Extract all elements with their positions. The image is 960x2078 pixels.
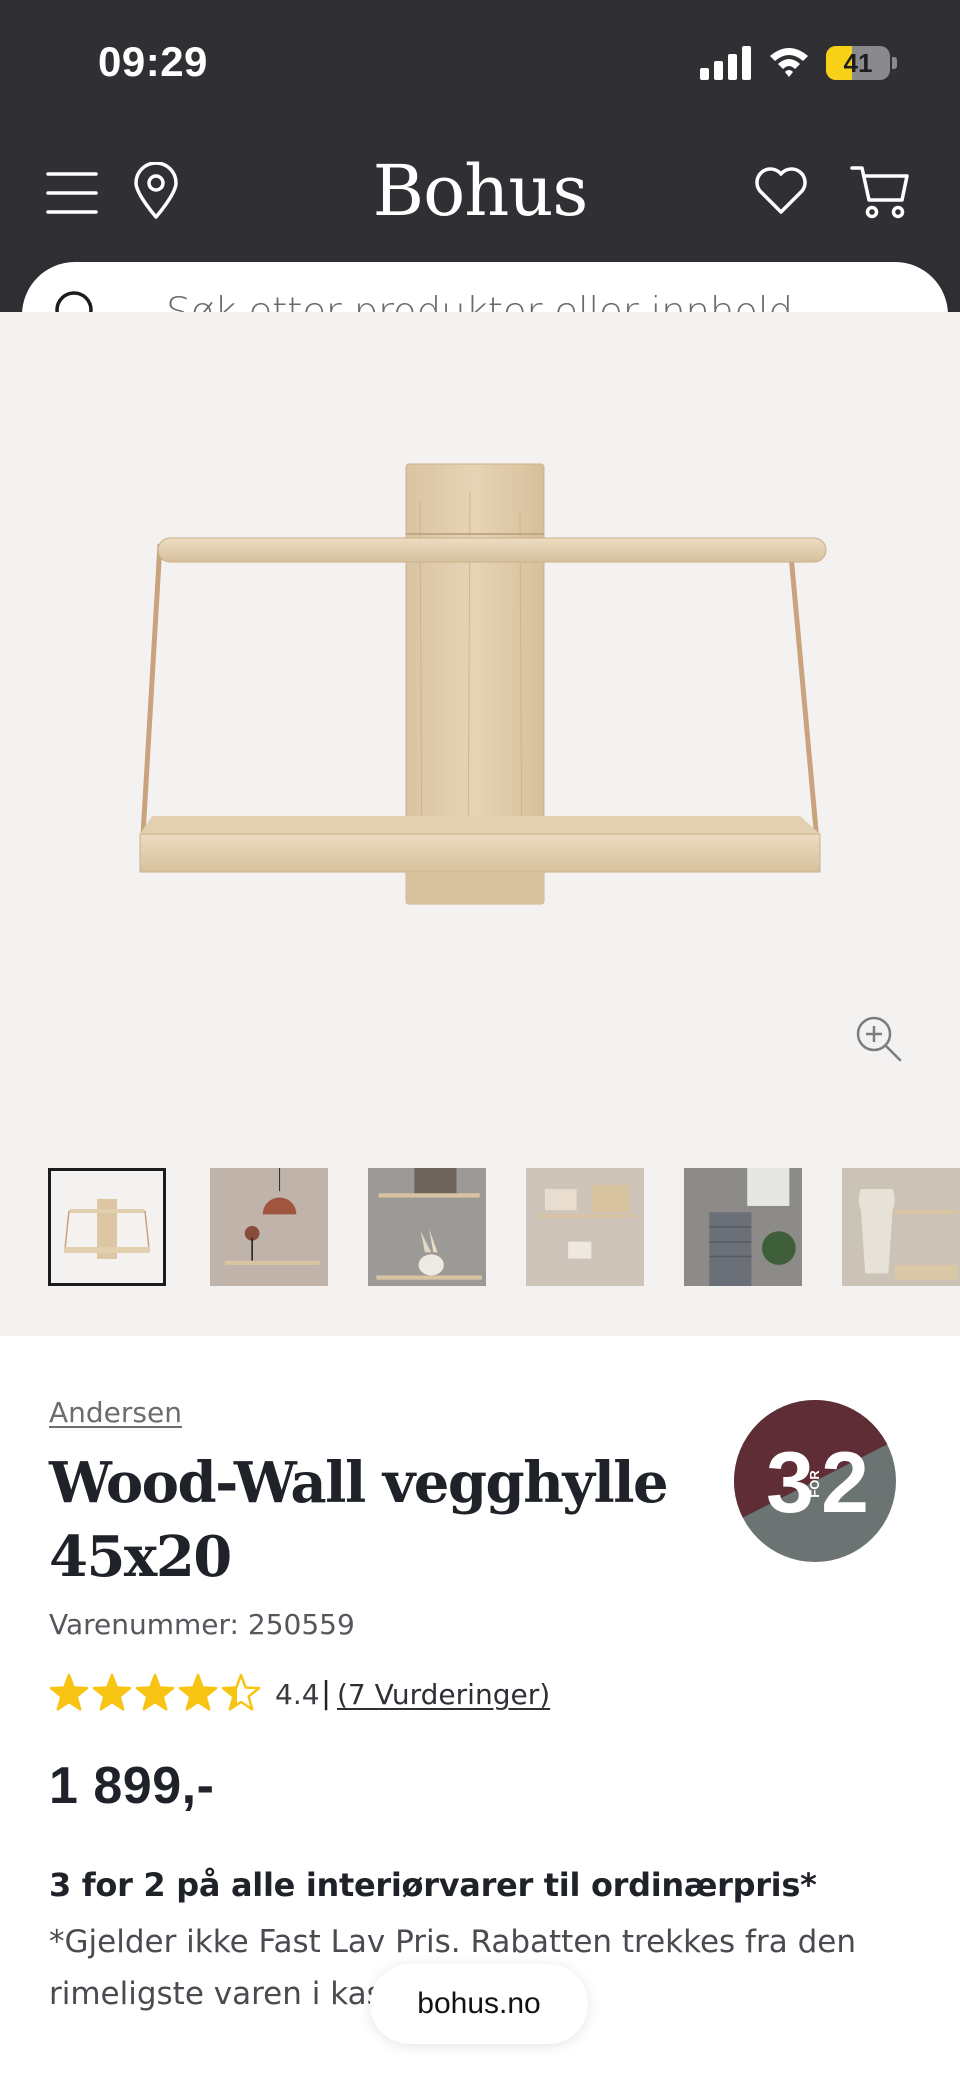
rating-separator: | — [321, 1676, 332, 1711]
battery-level: 41 — [843, 48, 873, 78]
location-icon[interactable] — [132, 162, 180, 220]
reviews-link[interactable]: (7 Vurderinger) — [337, 1678, 550, 1711]
badge-for-label: FOR — [807, 1470, 822, 1498]
heart-icon[interactable] — [754, 166, 808, 216]
status-bar: 09:29 41 — [0, 0, 960, 120]
thumbnail-strip — [48, 1168, 960, 1286]
product-title: Wood-Wall vegghylle 45x20 — [49, 1450, 669, 1590]
top-nav: Bohus — [0, 140, 960, 250]
zoom-icon[interactable] — [854, 1014, 904, 1064]
battery-icon: 41 — [826, 46, 898, 80]
rating-value: 4.4 — [275, 1678, 320, 1711]
star-fill-2 — [93, 1675, 131, 1710]
article-number: Varenummer: 250559 — [49, 1608, 355, 1641]
product-main-image[interactable] — [0, 312, 960, 1152]
thumbnail-3[interactable] — [368, 1168, 486, 1286]
thumbnail-1[interactable] — [48, 1168, 166, 1286]
thumbnail-4[interactable] — [526, 1168, 644, 1286]
cart-icon[interactable] — [850, 162, 910, 220]
star-rating — [49, 1673, 261, 1711]
menu-icon[interactable] — [46, 168, 98, 218]
browser-address-pill[interactable]: bohus.no — [370, 1964, 588, 2044]
thumbnail-2[interactable] — [210, 1168, 328, 1286]
brand-link[interactable]: Andersen — [49, 1396, 182, 1429]
product-gallery — [0, 312, 960, 1336]
wifi-icon — [770, 48, 808, 77]
cellular-signal-icon — [700, 46, 751, 80]
star-fill-4 — [179, 1675, 217, 1710]
bohus-logo[interactable]: Bohus — [300, 150, 660, 232]
badge-number-2: 2 — [821, 1435, 869, 1531]
star-fill-3 — [136, 1675, 174, 1710]
thumbnail-5[interactable] — [684, 1168, 802, 1286]
product-price: 1 899,- — [49, 1757, 215, 1815]
3-for-2-badge: 3 FOR 2 — [734, 1400, 896, 1562]
star-fill-1 — [50, 1675, 88, 1710]
promotion-title: 3 for 2 på alle interiørvarer til ordinæ… — [49, 1866, 817, 1904]
status-time: 09:29 — [98, 38, 208, 85]
thumbnail-6[interactable] — [842, 1168, 960, 1286]
rating-row: 4.4 | (7 Vurderinger) — [49, 1672, 749, 1720]
